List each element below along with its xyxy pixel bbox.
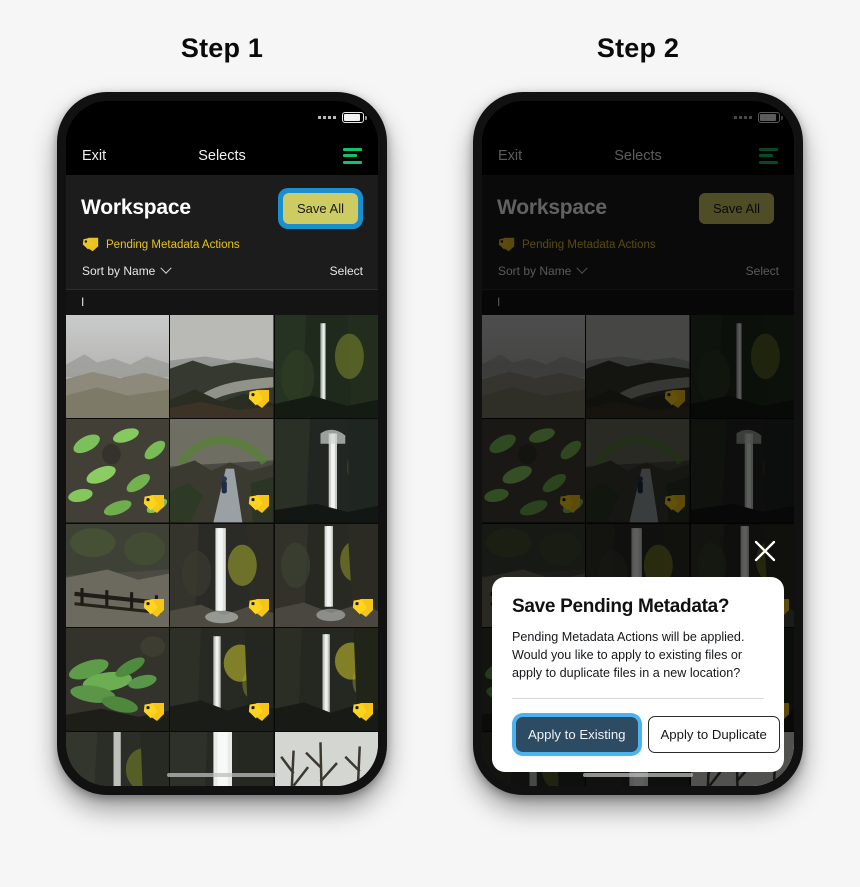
tag-badge xyxy=(248,494,270,519)
dialog-actions: Apply to Existing Apply to Duplicate xyxy=(512,713,780,756)
step-2-caption: Step 2 xyxy=(596,33,680,63)
tag-badge-icon xyxy=(248,703,269,722)
tag-badge-icon xyxy=(352,599,373,618)
tag-badge xyxy=(143,598,165,623)
screenshot-stage: Step 1 Step 2 Exit Selects Workspace Sav… xyxy=(0,0,860,887)
photo-cell[interactable] xyxy=(66,628,170,732)
tag-badge-icon xyxy=(144,599,165,618)
tag-badge xyxy=(143,494,165,519)
photo-cell[interactable] xyxy=(66,732,170,786)
tag-badge-icon xyxy=(144,494,165,513)
photo-cell[interactable] xyxy=(66,419,170,523)
tag-badge xyxy=(248,598,270,623)
sort-row: Sort by Name Select xyxy=(81,262,363,289)
tag-badge-icon xyxy=(248,390,269,409)
tag-badge xyxy=(143,702,165,727)
exit-button[interactable]: Exit xyxy=(82,148,106,164)
home-indicator[interactable] xyxy=(583,772,693,777)
photo-thumbnail xyxy=(274,732,378,786)
photo-thumbnail xyxy=(170,732,274,786)
photo-cell[interactable] xyxy=(170,419,274,523)
save-pending-metadata-dialog: Save Pending Metadata? Pending Metadata … xyxy=(492,577,784,772)
workspace-header: Workspace Save All Pending Metadata Acti… xyxy=(66,175,378,289)
photo-cell[interactable] xyxy=(170,732,274,786)
photo-cell[interactable] xyxy=(170,523,274,628)
dialog-title: Save Pending Metadata? xyxy=(512,596,730,618)
chevron-down-icon xyxy=(160,262,173,274)
phone-screen-step-2: Exit Selects Workspace Save All xyxy=(482,101,794,786)
photo-cell[interactable] xyxy=(274,732,378,786)
photo-thumbnail xyxy=(274,419,378,523)
page-title: Selects xyxy=(198,147,246,164)
workspace-title: Workspace xyxy=(81,196,191,219)
phone-screen-step-1: Exit Selects Workspace Save All Pending … xyxy=(66,101,378,786)
tag-icon xyxy=(82,237,99,252)
tag-badge-icon xyxy=(352,703,373,722)
pending-metadata-row: Pending Metadata Actions xyxy=(81,231,363,262)
pending-metadata-label: Pending Metadata Actions xyxy=(106,238,240,251)
signal-dots-icon xyxy=(318,116,336,119)
photo-thumbnail xyxy=(66,732,170,786)
sort-by-dropdown[interactable]: Sort by Name xyxy=(82,262,173,278)
step-1-caption: Step 1 xyxy=(180,33,264,63)
photo-cell[interactable] xyxy=(170,315,274,419)
nav-bar: Exit Selects xyxy=(66,136,378,175)
hamburger-menu-icon[interactable] xyxy=(343,147,362,164)
section-header: I xyxy=(66,289,378,315)
save-all-button[interactable]: Save All xyxy=(283,192,358,224)
close-icon[interactable] xyxy=(752,538,778,569)
photo-grid xyxy=(66,315,378,786)
photo-thumbnail xyxy=(66,315,170,419)
tag-badge xyxy=(248,702,270,727)
photo-cell[interactable] xyxy=(66,315,170,419)
save-all-focus-ring: Save All xyxy=(278,187,363,229)
tag-badge-icon xyxy=(248,599,269,618)
tag-badge xyxy=(248,389,270,414)
status-bar xyxy=(66,101,378,136)
photo-cell[interactable] xyxy=(274,523,378,628)
apply-to-duplicate-button[interactable]: Apply to Duplicate xyxy=(647,716,780,753)
workspace-header-row: Workspace Save All xyxy=(81,185,363,231)
photo-cell[interactable] xyxy=(274,419,378,523)
notch xyxy=(153,101,291,126)
tag-badge xyxy=(352,598,374,623)
sort-by-label: Sort by Name xyxy=(82,264,156,278)
tag-badge xyxy=(352,702,374,727)
phone-mockup-step-1: Exit Selects Workspace Save All Pending … xyxy=(57,92,387,795)
photo-thumbnail xyxy=(274,315,378,419)
photo-cell[interactable] xyxy=(66,523,170,628)
apply-to-existing-button[interactable]: Apply to Existing xyxy=(516,717,638,752)
home-indicator[interactable] xyxy=(167,772,277,777)
select-button[interactable]: Select xyxy=(330,264,363,278)
tag-badge-icon xyxy=(248,494,269,513)
dialog-body-text: Pending Metadata Actions will be applied… xyxy=(512,630,745,681)
apply-to-existing-focus-ring: Apply to Existing xyxy=(512,713,642,756)
dialog-divider xyxy=(512,698,764,699)
tag-badge-icon xyxy=(144,703,165,722)
photo-cell[interactable] xyxy=(274,315,378,419)
status-indicators xyxy=(318,112,367,123)
photo-cell[interactable] xyxy=(274,628,378,732)
phone-mockup-step-2: Exit Selects Workspace Save All xyxy=(473,92,803,795)
battery-icon xyxy=(342,112,367,123)
photo-cell[interactable] xyxy=(170,628,274,732)
